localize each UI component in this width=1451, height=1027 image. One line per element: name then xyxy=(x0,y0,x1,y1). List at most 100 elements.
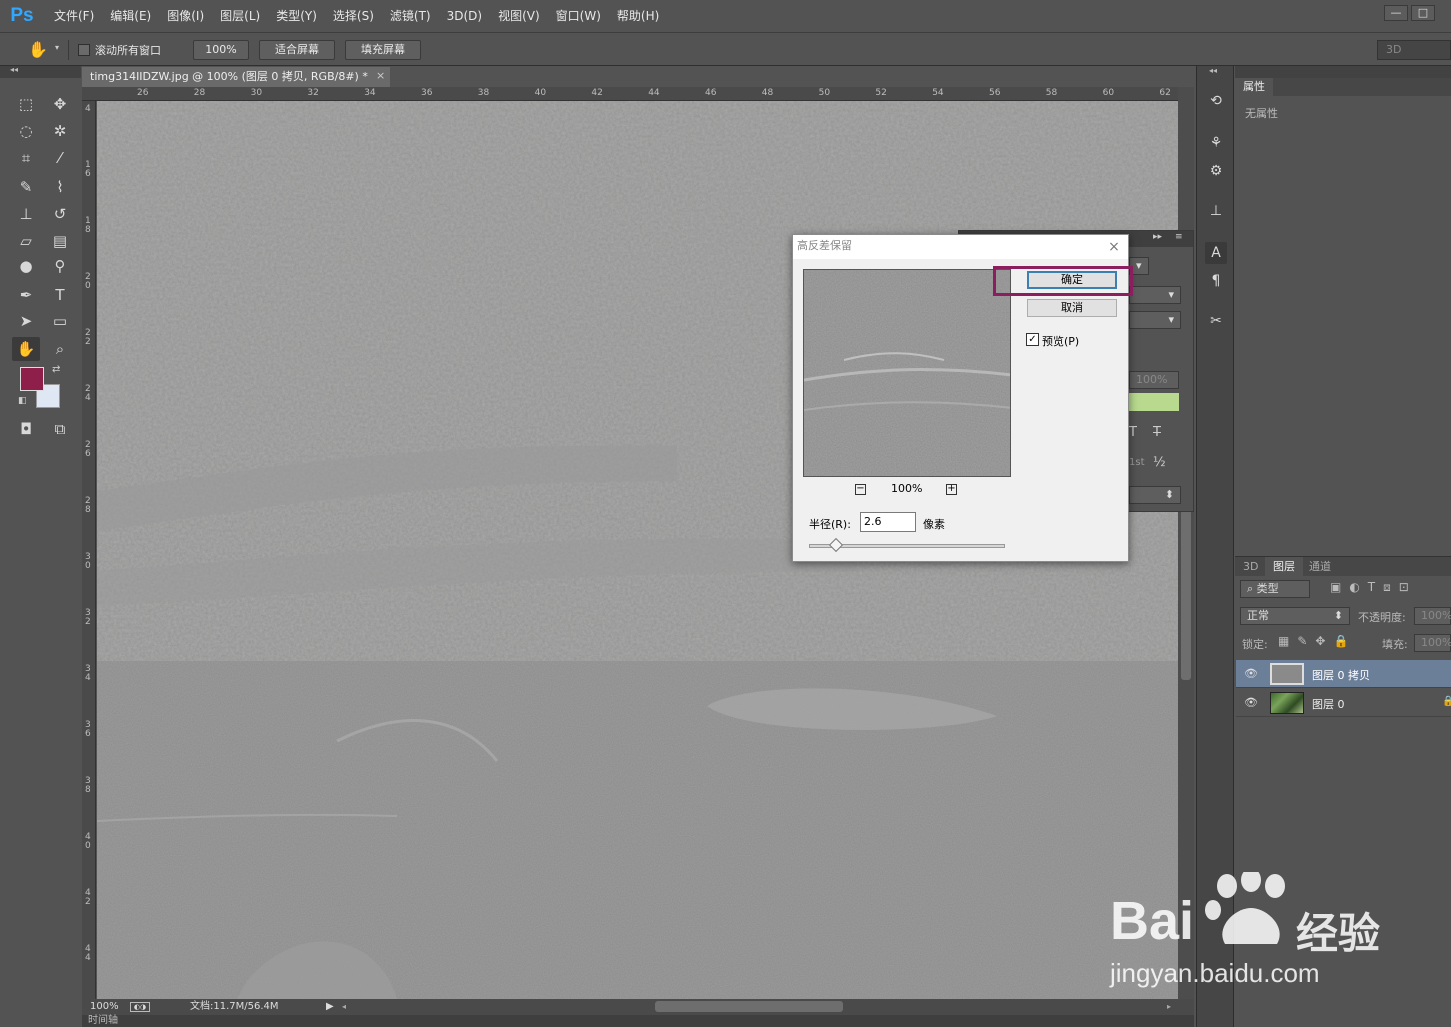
language-dropdown[interactable]: ⬍ xyxy=(1129,486,1181,504)
menu-view[interactable]: 视图(V) xyxy=(490,0,548,32)
horizontal-scroll-thumb[interactable] xyxy=(655,1001,843,1012)
tool-preset-chevron-icon[interactable]: ▾ xyxy=(55,43,59,52)
fill-screen-button[interactable]: 填充屏幕 xyxy=(345,40,421,60)
menu-edit[interactable]: 编辑(E) xyxy=(102,0,159,32)
menu-select[interactable]: 选择(S) xyxy=(325,0,382,32)
toolbar-grip[interactable]: ◂◂ xyxy=(0,65,81,78)
collapse-panels-icon[interactable]: ◂◂ xyxy=(1209,66,1217,75)
visibility-eye-icon[interactable]: 👁 xyxy=(1244,696,1258,710)
menu-window[interactable]: 窗口(W) xyxy=(548,0,609,32)
layer-filter-dropdown[interactable]: ⌕ 类型 xyxy=(1240,580,1310,598)
default-colors-icon[interactable]: ◧ xyxy=(18,396,27,406)
radius-input[interactable]: 2.6 xyxy=(860,512,916,532)
tab-3d[interactable]: 3D xyxy=(1235,557,1266,577)
menu-layer[interactable]: 图层(L) xyxy=(212,0,268,32)
preview-checkbox[interactable]: ✓ xyxy=(1026,333,1039,346)
pen-tool-icon[interactable]: ✒ xyxy=(12,283,40,307)
blend-mode-dropdown[interactable]: 正常 ⬍ xyxy=(1240,607,1350,625)
tab-properties[interactable]: 属性 xyxy=(1235,78,1273,96)
gradient-tool-icon[interactable]: ▤ xyxy=(46,229,74,253)
status-info-icon[interactable]: ◐◑ xyxy=(130,1002,150,1012)
collapse-icon[interactable]: ◂◂ xyxy=(10,65,18,74)
blur-tool-icon[interactable]: ● xyxy=(12,254,40,278)
menu-filter[interactable]: 滤镜(T) xyxy=(382,0,439,32)
brush-panel-icon[interactable]: ⚘ xyxy=(1205,132,1227,154)
fill-field[interactable]: 100% xyxy=(1414,634,1451,652)
opacity-field[interactable]: 100% xyxy=(1414,607,1451,625)
layer-row-0[interactable]: 👁 图层 0 🔒 xyxy=(1236,689,1451,717)
move-tool-icon[interactable]: ✥ xyxy=(46,92,74,116)
hand-tool-button-icon[interactable]: ✋ xyxy=(12,337,40,361)
minimize-button[interactable]: — xyxy=(1384,5,1408,21)
menu-image[interactable]: 图像(I) xyxy=(159,0,212,32)
layer-row-copy[interactable]: 👁 图层 0 拷贝 xyxy=(1236,660,1451,688)
menu-3d[interactable]: 3D(D) xyxy=(439,0,490,32)
clone-source-panel-icon[interactable]: ⊥ xyxy=(1205,200,1227,222)
restore-button[interactable]: □ xyxy=(1411,5,1435,21)
right-panel-grip[interactable] xyxy=(1235,66,1451,78)
type-tool-icon[interactable]: T xyxy=(46,283,74,307)
history-brush-tool-icon[interactable]: ↺ xyxy=(46,202,74,226)
tab-channels[interactable]: 通道 xyxy=(1301,557,1339,577)
timeline-panel-tab[interactable]: 时间轴 xyxy=(82,1015,1194,1027)
layer-name[interactable]: 图层 0 xyxy=(1312,696,1345,712)
layer-name[interactable]: 图层 0 拷贝 xyxy=(1312,667,1370,683)
clone-stamp-tool-icon[interactable]: ⊥ xyxy=(12,202,40,226)
faux-bold-icon[interactable]: T xyxy=(1129,425,1137,440)
zoom-out-button[interactable]: − xyxy=(855,484,866,495)
crop-tool-icon[interactable]: ⌗ xyxy=(12,146,40,170)
adjustments-panel-icon[interactable]: ⚙ xyxy=(1205,160,1227,182)
lasso-tool-icon[interactable]: ◌ xyxy=(12,119,40,143)
tab-layers[interactable]: 图层 xyxy=(1265,557,1303,577)
scroll-left-arrow-icon[interactable]: ◂ xyxy=(342,999,346,1015)
menu-type[interactable]: 类型(Y) xyxy=(268,0,325,32)
leading-dropdown[interactable]: ▾ xyxy=(1129,311,1181,329)
quick-mask-icon[interactable]: ◘ xyxy=(12,417,40,441)
scroll-right-arrow-icon[interactable]: ▸ xyxy=(1167,999,1171,1015)
filter-preview[interactable] xyxy=(803,269,1011,477)
vertical-scroll-thumb[interactable] xyxy=(1181,510,1191,680)
character-panel-icon[interactable]: A xyxy=(1205,242,1227,264)
color-swatch[interactable] xyxy=(1129,393,1179,411)
strikethrough-icon[interactable]: T xyxy=(1153,425,1161,440)
swap-colors-icon[interactable]: ⇄ xyxy=(52,364,60,375)
zoom-100-button[interactable]: 100% xyxy=(193,40,249,60)
visibility-eye-icon[interactable]: 👁 xyxy=(1244,667,1258,681)
magic-wand-tool-icon[interactable]: ✲ xyxy=(46,119,74,143)
zoom-in-button[interactable]: + xyxy=(946,484,957,495)
fractions-icon[interactable]: ½ xyxy=(1153,455,1166,470)
zoom-tool-icon[interactable]: ⌕ xyxy=(46,337,74,361)
tool-presets-panel-icon[interactable]: ✂ xyxy=(1205,310,1227,332)
foreground-color-fill[interactable] xyxy=(20,367,44,391)
scale-field[interactable]: 100% xyxy=(1129,371,1179,389)
marquee-tool-icon[interactable]: ⬚ xyxy=(12,92,40,116)
history-panel-icon[interactable]: ⟲ xyxy=(1205,90,1227,112)
lock-icons[interactable]: ▦✎✥🔒 xyxy=(1278,634,1356,648)
brush-tool-icon[interactable]: ⌇ xyxy=(46,175,74,199)
panel-menu-icon[interactable]: ≡ xyxy=(1175,232,1183,242)
menu-file[interactable]: 文件(F) xyxy=(46,0,102,32)
scroll-all-checkbox[interactable] xyxy=(78,44,90,56)
rectangle-tool-icon[interactable]: ▭ xyxy=(46,309,74,333)
hand-tool-icon[interactable]: ✋ xyxy=(28,39,50,61)
zoom-level[interactable]: 100% xyxy=(90,999,119,1015)
eyedropper-tool-icon[interactable]: ⁄ xyxy=(46,146,74,170)
eraser-tool-icon[interactable]: ▱ xyxy=(12,229,40,253)
menu-help[interactable]: 帮助(H) xyxy=(609,0,667,32)
font-size-dropdown[interactable]: ▾ xyxy=(1129,286,1181,304)
dodge-tool-icon[interactable]: ⚲ xyxy=(46,254,74,278)
status-menu-arrow-icon[interactable]: ▶ xyxy=(326,999,334,1015)
ordinals-icon[interactable]: 1st xyxy=(1129,457,1145,468)
fit-screen-button[interactable]: 适合屏幕 xyxy=(259,40,335,60)
close-tab-icon[interactable]: × xyxy=(376,69,388,83)
path-selection-tool-icon[interactable]: ➤ xyxy=(12,309,40,333)
panel-expand-icon[interactable]: ▸▸ xyxy=(1153,232,1162,242)
cancel-button[interactable]: 取消 xyxy=(1027,299,1117,317)
paragraph-panel-icon[interactable]: ¶ xyxy=(1205,270,1227,292)
close-icon[interactable]: × xyxy=(1105,238,1123,256)
healing-brush-tool-icon[interactable]: ✎ xyxy=(12,175,40,199)
document-tab[interactable]: timg314IIDZW.jpg @ 100% (图层 0 拷贝, RGB/8#… xyxy=(82,67,390,87)
layer-filter-icons[interactable]: ▣◐T⧈⊡ xyxy=(1330,580,1450,598)
ok-button[interactable]: 确定 xyxy=(1027,271,1117,289)
radius-slider-thumb[interactable] xyxy=(828,537,844,553)
